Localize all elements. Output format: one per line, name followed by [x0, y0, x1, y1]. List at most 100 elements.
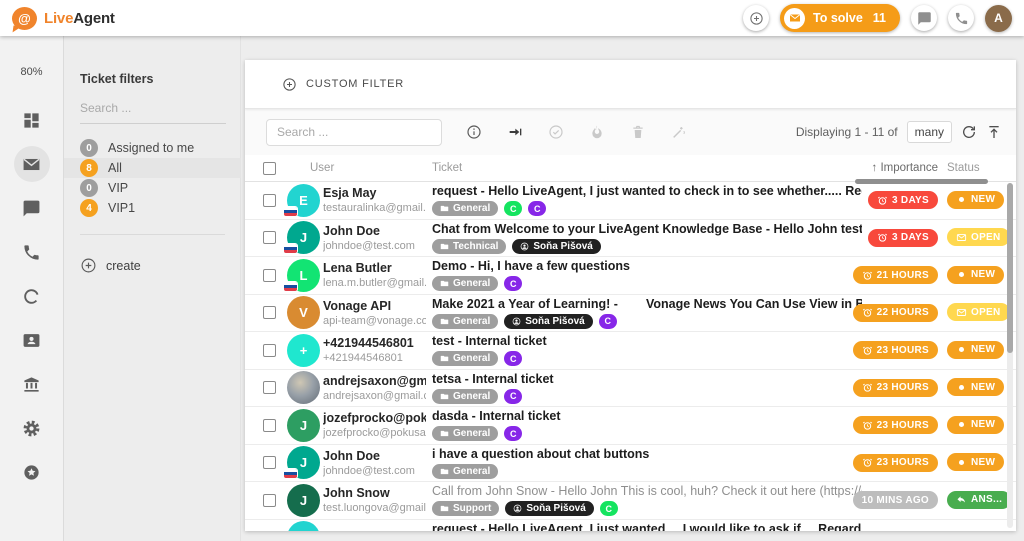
sidebar-item-star[interactable] [14, 450, 50, 494]
calls-button[interactable] [948, 5, 974, 31]
column-header-user[interactable]: User [310, 162, 432, 174]
column-header-importance[interactable]: ↑ Importance [838, 162, 938, 174]
page-size-box[interactable]: many [907, 121, 952, 143]
agent-tag[interactable]: Soňa Pišová [504, 314, 592, 329]
ticket-filters-panel: Ticket filters 0Assigned to me8All0VIP4V… [64, 36, 241, 541]
chat-bubble-icon [22, 199, 41, 218]
code-chip[interactable]: C [504, 389, 522, 404]
department-tag[interactable]: Technical [432, 239, 506, 254]
agent-tag[interactable]: Soňa Pišová [512, 239, 600, 254]
filter-item[interactable]: 0VIP [64, 178, 241, 198]
row-checkbox[interactable] [263, 231, 276, 244]
table-row[interactable]: andrejsaxon@gmail.c... andrejsaxon@gmail… [245, 370, 1016, 408]
code-chip[interactable]: C [504, 426, 522, 441]
row-checkbox[interactable] [263, 381, 276, 394]
row-checkbox[interactable] [263, 306, 276, 319]
new-dot-icon [956, 457, 967, 468]
create-filter-button[interactable]: create [80, 257, 240, 274]
new-dot-icon [956, 419, 967, 430]
ticket-subject[interactable]: dasda - Internal ticket [432, 409, 862, 423]
row-checkbox[interactable] [263, 194, 276, 207]
ticket-subject[interactable]: Chat from Welcome to your LiveAgent Know… [432, 222, 862, 236]
liveagent-logo[interactable]: @ LiveAgent [12, 7, 115, 30]
agent-tag[interactable]: Soňa Pišová [505, 501, 593, 516]
table-row[interactable]: J John Snow test.luongova@gmail.... Call… [245, 482, 1016, 520]
importance-badge: 23 HOURS [853, 454, 938, 472]
row-checkbox[interactable] [263, 269, 276, 282]
code-chip[interactable]: C [600, 501, 618, 516]
column-header-status[interactable]: Status [947, 162, 1002, 174]
code-chip[interactable]: C [504, 351, 522, 366]
department-tag[interactable]: General [432, 314, 498, 329]
code-chip[interactable]: C [528, 201, 546, 216]
tickets-search-input[interactable] [266, 119, 442, 146]
ticket-subject[interactable]: Demo - Hi, I have a few questions [432, 259, 862, 273]
custom-filter-button[interactable]: CUSTOM FILTER [245, 60, 1016, 109]
table-row[interactable]: E Esja May request - Hello LiveAgent, I … [245, 520, 1016, 532]
trash-icon[interactable] [630, 124, 646, 140]
sidebar-item-ring[interactable] [14, 274, 50, 318]
info-icon[interactable] [466, 124, 482, 140]
table-row[interactable]: J jozefprocko@pokusa.... jozefprocko@pok… [245, 407, 1016, 445]
ticket-subject[interactable]: request - Hello LiveAgent, I just wanted… [432, 184, 862, 198]
filters-search-input[interactable] [80, 96, 226, 124]
table-row[interactable]: J John Doe johndoe@test.com i have a que… [245, 445, 1016, 483]
sidebar-item-dashboard[interactable] [14, 98, 50, 142]
to-solve-button[interactable]: To solve 11 [780, 4, 900, 32]
row-checkbox[interactable] [263, 494, 276, 507]
check-circle-icon[interactable] [548, 124, 564, 140]
add-button[interactable] [743, 5, 769, 31]
contact-avatar [287, 371, 320, 404]
row-checkbox[interactable] [263, 456, 276, 469]
code-chip[interactable]: C [599, 314, 617, 329]
filter-item[interactable]: 8All [64, 158, 241, 178]
table-row[interactable]: L Lena Butler lena.m.butler@gmail.... De… [245, 257, 1016, 295]
ticket-tags: General C [432, 426, 862, 441]
sidebar-item-calls[interactable] [14, 230, 50, 274]
logo-bubble-icon: @ [12, 7, 37, 30]
flame-icon[interactable] [589, 124, 605, 140]
department-tag[interactable]: General [432, 276, 498, 291]
row-checkbox[interactable] [263, 344, 276, 357]
ticket-subject[interactable]: i have a question about chat buttons [432, 447, 862, 461]
scrollbar-thumb[interactable] [1007, 183, 1013, 353]
sidebar-item-contacts[interactable] [14, 318, 50, 362]
status-badge: NEW [947, 341, 1004, 359]
sidebar-item-chats[interactable] [14, 186, 50, 230]
contact-avatar: V [287, 296, 320, 329]
status-badge: NEW [947, 416, 1004, 434]
filter-item[interactable]: 0Assigned to me [64, 138, 241, 158]
ticket-subject[interactable]: Make 2021 a Year of Learning! -Vonage Ne… [432, 297, 862, 311]
sidebar-item-company[interactable] [14, 362, 50, 406]
collapse-top-icon[interactable] [986, 124, 1002, 140]
ticket-subject[interactable]: Call from John Snow - Hello John This is… [432, 484, 862, 498]
filter-count-badge: 8 [80, 159, 98, 177]
table-row[interactable]: E Esja May testauralinka@gmail.c... requ… [245, 182, 1016, 220]
table-row[interactable]: J John Doe johndoe@test.com Chat from We… [245, 220, 1016, 258]
code-chip[interactable]: C [504, 201, 522, 216]
ticket-subject[interactable]: test - Internal ticket [432, 334, 862, 348]
filter-item[interactable]: 4VIP1 [64, 198, 241, 218]
ticket-subject[interactable]: tetsa - Internal ticket [432, 372, 862, 386]
table-row[interactable]: + +421944546801 +421944546801 test - Int… [245, 332, 1016, 370]
select-all-checkbox[interactable] [263, 162, 276, 175]
row-checkbox[interactable] [263, 419, 276, 432]
code-chip[interactable]: C [504, 276, 522, 291]
ticket-subject[interactable]: request - Hello LiveAgent, I just wanted… [432, 522, 862, 531]
department-tag[interactable]: General [432, 426, 498, 441]
department-tag[interactable]: Support [432, 501, 499, 516]
magic-wand-icon[interactable] [671, 124, 687, 140]
refresh-icon[interactable] [961, 124, 977, 140]
column-header-ticket[interactable]: Ticket [432, 162, 838, 174]
resolve-forward-icon[interactable] [507, 124, 523, 140]
department-tag[interactable]: General [432, 201, 498, 216]
sidebar-item-settings[interactable] [14, 406, 50, 450]
chats-button[interactable] [911, 5, 937, 31]
sidebar-item-tickets[interactable] [14, 146, 50, 182]
user-avatar[interactable]: A [985, 5, 1012, 32]
user-email: andrejsaxon@gmail.c... [323, 390, 426, 402]
department-tag[interactable]: General [432, 351, 498, 366]
table-row[interactable]: V Vonage API api-team@vonage.com Make 20… [245, 295, 1016, 333]
department-tag[interactable]: General [432, 464, 498, 479]
department-tag[interactable]: General [432, 389, 498, 404]
